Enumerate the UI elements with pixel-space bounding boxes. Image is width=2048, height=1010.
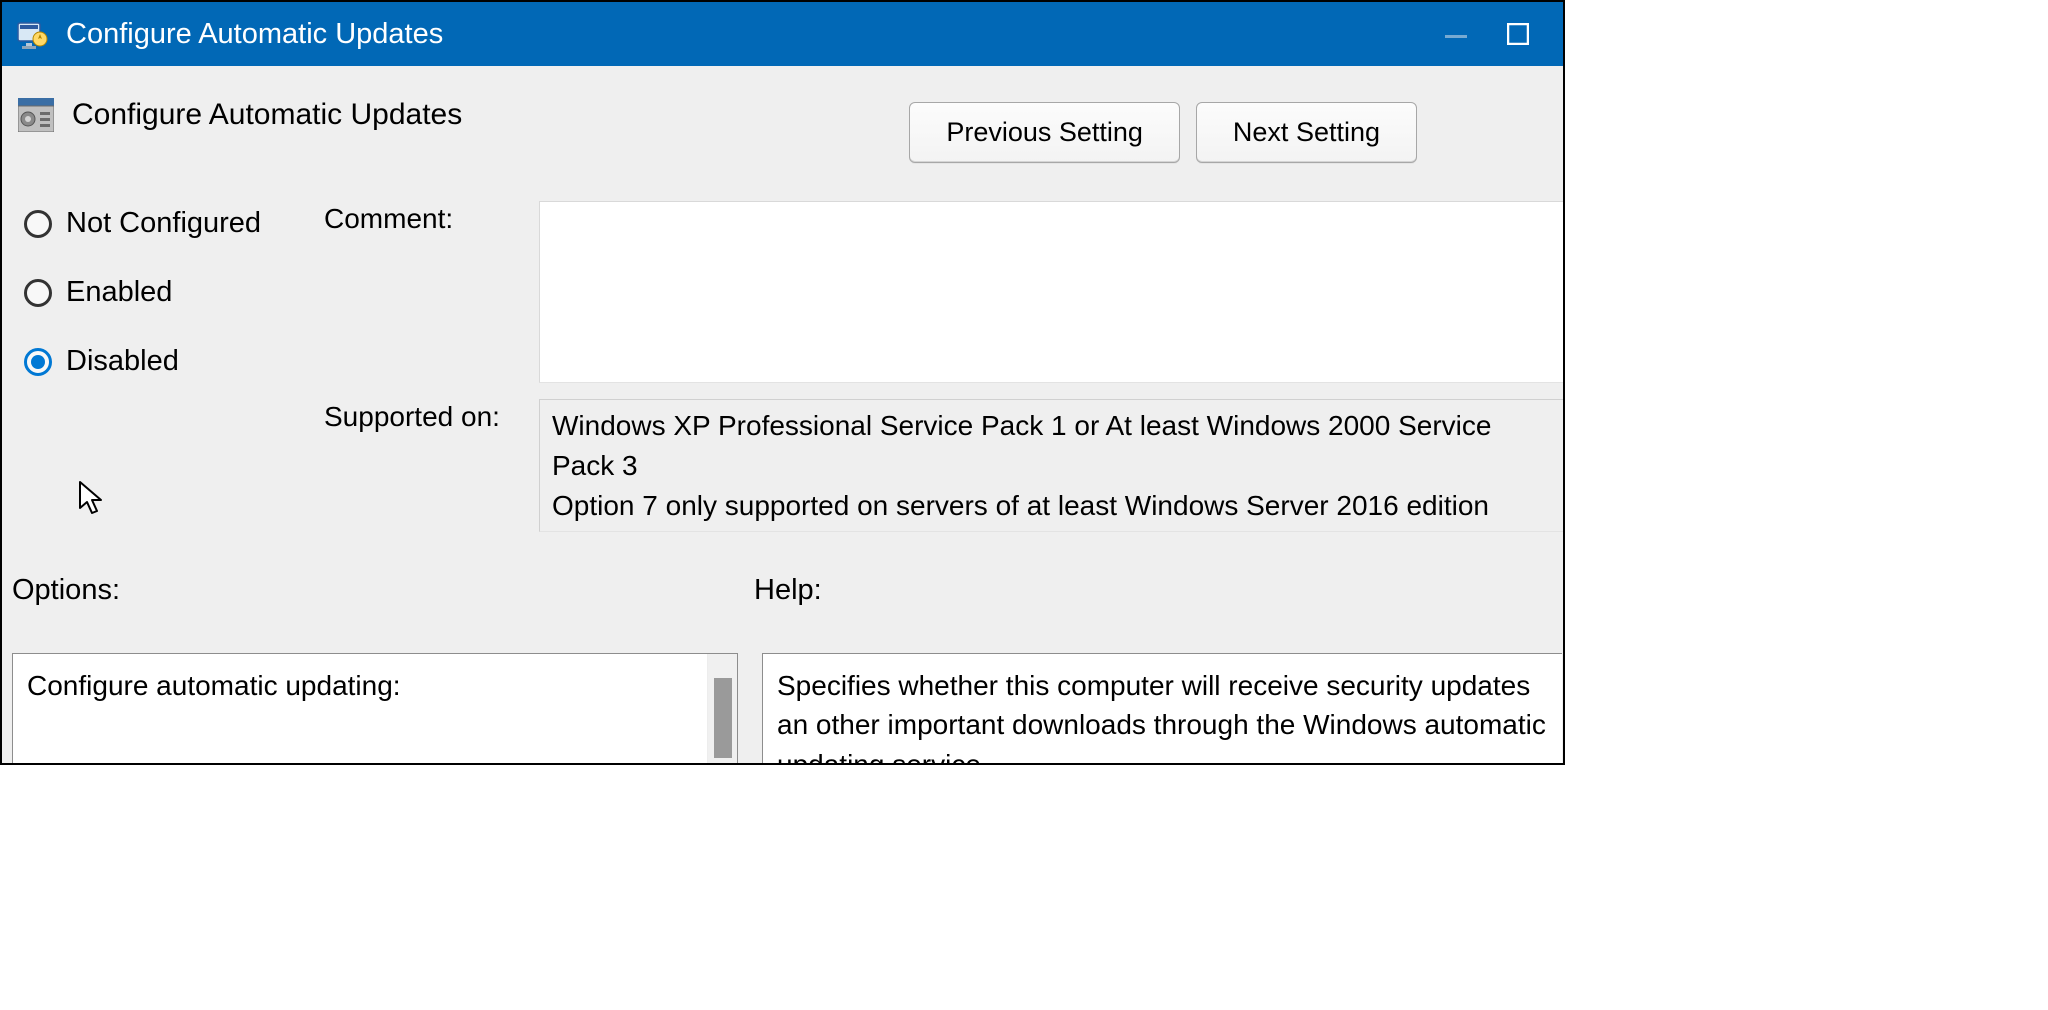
options-pane: Configure automatic updating:	[12, 653, 738, 765]
configure-updating-label: Configure automatic updating:	[27, 670, 693, 702]
policy-title: Configure Automatic Updates	[72, 98, 462, 132]
radio-circle-icon	[24, 279, 52, 307]
radio-not-configured[interactable]: Not Configured	[24, 207, 324, 240]
help-pane: Specifies whether this computer will rec…	[762, 653, 1562, 765]
comment-input[interactable]	[539, 201, 1563, 383]
radio-circle-icon	[24, 348, 52, 376]
policy-window-icon	[16, 19, 50, 49]
titlebar[interactable]: Configure Automatic Updates	[2, 2, 1563, 66]
previous-setting-button[interactable]: Previous Setting	[909, 102, 1180, 163]
supported-on-text: Windows XP Professional Service Pack 1 o…	[539, 399, 1563, 532]
radio-circle-icon	[24, 210, 52, 238]
window-title: Configure Automatic Updates	[66, 18, 443, 51]
policy-icon	[18, 98, 54, 132]
radio-disabled[interactable]: Disabled	[24, 345, 324, 378]
content-area: Configure Automatic Updates Previous Set…	[2, 66, 1563, 763]
supported-on-label: Supported on:	[324, 399, 539, 532]
maximize-button[interactable]	[1507, 23, 1529, 45]
radio-label: Enabled	[66, 276, 172, 309]
state-radio-group: Not Configured Enabled Disabled	[24, 201, 324, 548]
help-header: Help:	[754, 574, 822, 607]
help-text: Specifies whether this computer will rec…	[777, 666, 1548, 765]
options-scrollbar[interactable]	[707, 654, 737, 765]
radio-label: Not Configured	[66, 207, 261, 240]
comment-label: Comment:	[324, 201, 539, 383]
minimize-button[interactable]	[1445, 21, 1467, 47]
next-setting-button[interactable]: Next Setting	[1196, 102, 1417, 163]
radio-label: Disabled	[66, 345, 179, 378]
radio-enabled[interactable]: Enabled	[24, 276, 324, 309]
policy-editor-window: Configure Automatic Updates	[0, 0, 1565, 765]
options-header: Options:	[12, 574, 120, 607]
scrollbar-thumb[interactable]	[714, 678, 732, 758]
